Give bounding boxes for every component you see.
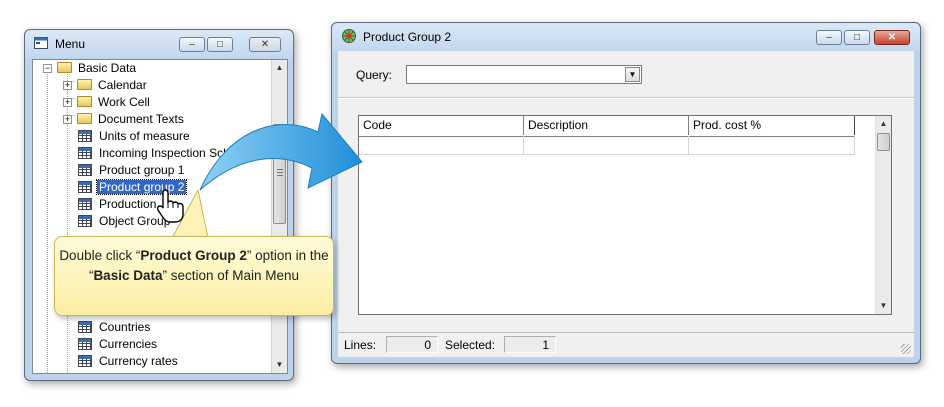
callout-bold-basic-data: Basic Data [93,268,163,283]
minimize-icon: – [826,32,832,43]
grid-header: Code Description Prod. cost % [359,116,855,137]
folder-icon [77,79,92,90]
document-texts-expand-icon[interactable]: + [63,115,72,124]
product-group-window: Product Group 2 – □ ✕ Query: ▼ Code Desc… [331,22,921,364]
menu-window-title: Menu [55,37,86,51]
maximize-icon: □ [853,32,861,43]
minimize-icon: – [189,39,195,50]
dropdown-arrow-icon[interactable]: ▼ [625,67,640,82]
close-button[interactable]: ✕ [249,37,281,52]
grid-scrollbar[interactable]: ▲ ▼ [875,116,891,314]
tree-item-currencies[interactable]: Currencies [78,336,159,352]
product-group-titlebar[interactable]: Product Group 2 – □ ✕ [332,23,920,51]
calendar-expand-icon[interactable]: + [63,81,72,90]
divider [338,97,914,99]
close-icon: ✕ [260,39,270,50]
lines-label: Lines: [344,338,377,352]
scroll-down-icon[interactable]: ▼ [272,357,287,373]
tree-item-countries[interactable]: Countries [78,319,152,335]
hand-pointer-icon [156,189,184,223]
selected-label: Selected: [445,338,496,352]
tree-item-calendar[interactable]: Calendar [77,77,149,93]
instruction-callout: Double click “Product Group 2” option in… [54,236,334,316]
column-header-prod-cost[interactable]: Prod. cost % [689,116,855,135]
query-label: Query: [356,68,393,82]
product-group-grid[interactable]: Code Description Prod. cost % ▲ ▼ [358,115,892,315]
menu-window-icon [34,37,48,49]
table-icon [78,181,92,193]
scroll-down-icon[interactable]: ▼ [876,298,891,314]
menu-titlebar[interactable]: Menu – □ ✕ [25,30,293,58]
curved-arrow-icon [199,112,363,191]
scrollbar-thumb[interactable] [877,133,890,151]
app-logo-icon [341,28,357,44]
table-icon [78,198,92,210]
callout-bold-product-group: Product Group 2 [140,248,247,263]
folder-icon [77,113,92,124]
table-icon [78,147,92,159]
selected-count: 1 [504,336,556,353]
close-icon: ✕ [887,32,897,43]
tree-item-units-of-measure[interactable]: Units of measure [78,128,192,144]
scroll-up-icon[interactable]: ▲ [272,60,287,76]
cell-description[interactable] [524,136,689,154]
table-icon [78,338,92,350]
close-button[interactable]: ✕ [874,30,910,45]
column-header-code[interactable]: Code [359,116,524,135]
query-dropdown[interactable]: ▼ [406,65,642,84]
tree-item-work-cell[interactable]: Work Cell [77,94,152,110]
scroll-up-icon[interactable]: ▲ [876,116,891,132]
table-icon [78,321,92,333]
folder-icon [77,96,92,107]
tree-item-document-texts[interactable]: Document Texts [77,111,186,127]
callout-text: Double click “Product Group 2” option in… [59,248,329,283]
work-cell-expand-icon[interactable]: + [63,98,72,107]
maximize-button[interactable]: □ [844,30,870,45]
minimize-button[interactable]: – [179,37,205,52]
cell-code[interactable] [359,136,524,154]
status-bar: Lines: 0 Selected: 1 [338,332,914,357]
product-group-body: Query: ▼ Code Description Prod. cost % ▲… [338,51,914,357]
tree-item-production[interactable]: Production [78,196,158,212]
cell-prod-cost[interactable] [689,136,855,154]
open-folder-icon [57,62,72,73]
resize-grip-icon[interactable] [901,344,911,354]
lines-count: 0 [386,336,438,353]
table-icon [78,130,92,142]
table-icon [78,215,92,227]
basic-data-collapse-icon[interactable]: − [43,64,52,73]
minimize-button[interactable]: – [816,30,842,45]
table-icon [78,164,92,176]
table-icon [78,355,92,367]
table-row[interactable] [359,136,855,155]
maximize-icon: □ [216,39,224,50]
tree-item-product-group-1[interactable]: Product group 1 [78,162,186,178]
tree-root-basic-data[interactable]: Basic Data [57,60,138,76]
column-header-description[interactable]: Description [524,116,689,135]
product-group-title: Product Group 2 [363,30,452,44]
tree-item-currency-rates[interactable]: Currency rates [78,353,180,369]
maximize-button[interactable]: □ [207,37,233,52]
